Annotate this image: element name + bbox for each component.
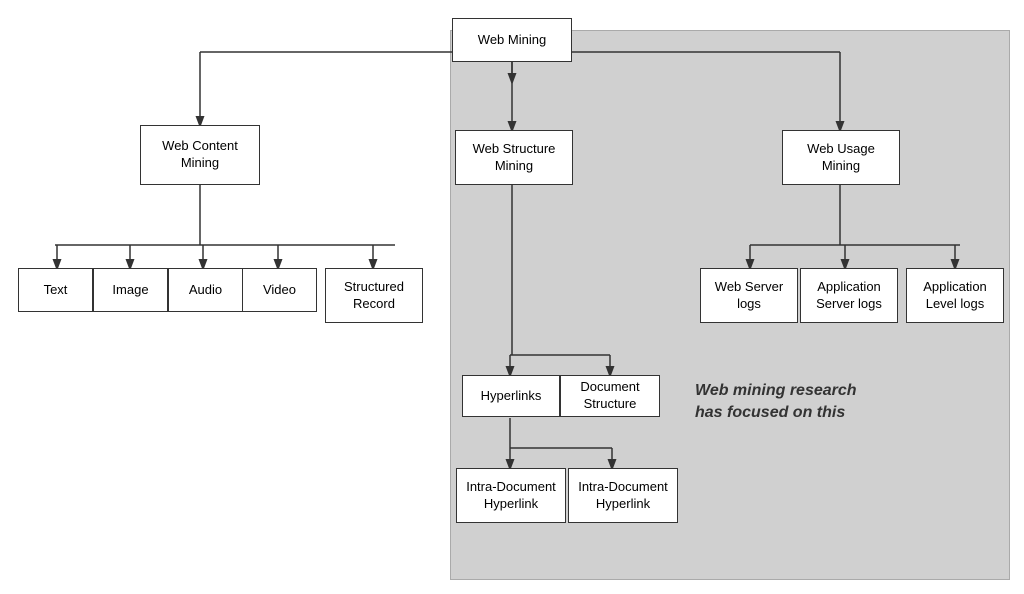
hyperlinks-node: Hyperlinks [462, 375, 560, 417]
intra-document-hyperlink-2-node: Intra-Document Hyperlink [568, 468, 678, 523]
application-server-logs-node: Application Server logs [800, 268, 898, 323]
web-mining-note: Web mining research has focused on this [695, 380, 895, 425]
image-node: Image [93, 268, 168, 312]
intra-document-hyperlink-1-node: Intra-Document Hyperlink [456, 468, 566, 523]
web-server-logs-node: Web Server logs [700, 268, 798, 323]
diagram-container: Web Mining Web Content Mining Web Struct… [0, 0, 1024, 594]
web-content-mining-node: Web Content Mining [140, 125, 260, 185]
document-structure-node: Document Structure [560, 375, 660, 417]
structured-record-node: Structured Record [325, 268, 423, 323]
application-level-logs-node: Application Level logs [906, 268, 1004, 323]
video-node: Video [242, 268, 317, 312]
web-structure-mining-node: Web Structure Mining [455, 130, 573, 185]
web-usage-mining-node: Web Usage Mining [782, 130, 900, 185]
text-node: Text [18, 268, 93, 312]
web-mining-node: Web Mining [452, 18, 572, 62]
audio-node: Audio [168, 268, 243, 312]
